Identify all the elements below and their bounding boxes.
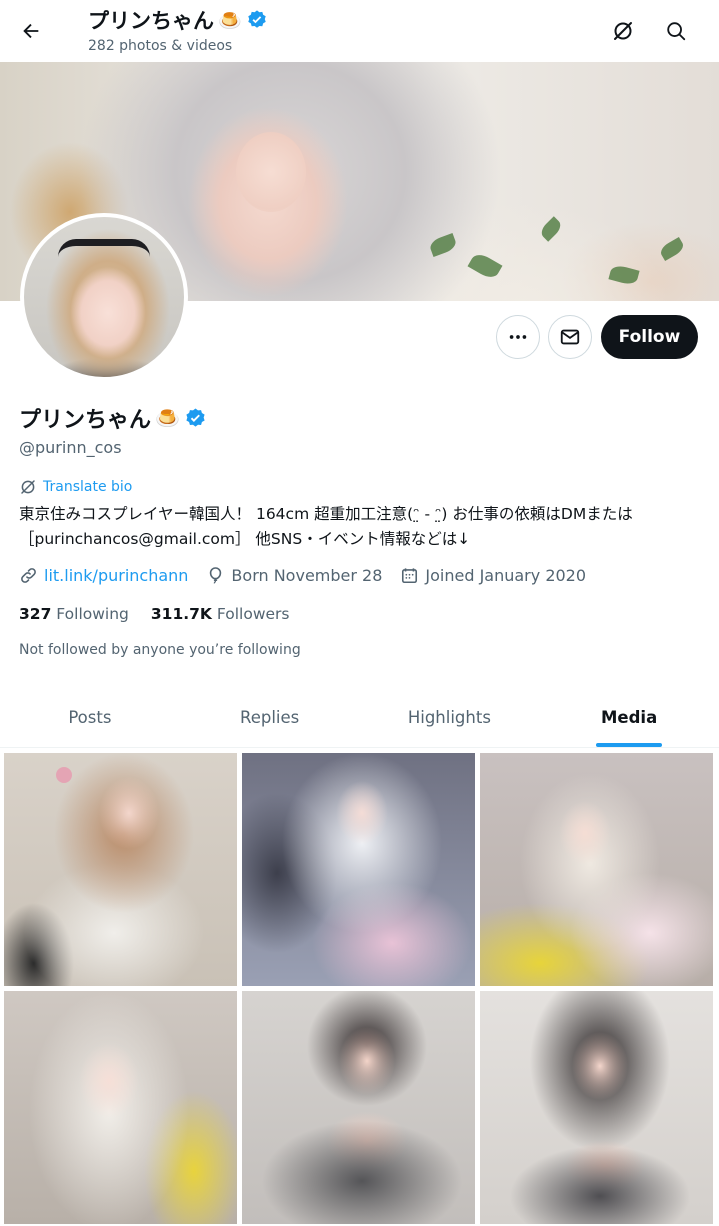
followers-stat[interactable]: 311.7K Followers — [151, 605, 290, 623]
translate-bio-label: Translate bio — [43, 479, 133, 495]
tab-posts[interactable]: Posts — [0, 688, 180, 747]
followers-label: Followers — [216, 605, 290, 623]
translate-toggle-button[interactable] — [604, 12, 642, 50]
more-icon — [509, 335, 527, 339]
search-icon — [667, 22, 686, 41]
post-count: 282 photos & videos — [88, 38, 233, 54]
media-grid — [4, 753, 714, 1226]
profile-born-item: Born November 28 — [206, 566, 382, 585]
profile-joined: Joined January 2020 — [425, 566, 587, 585]
profile-tabs: Posts Replies Highlights Media — [0, 688, 719, 748]
profile-bio: 東京住みコスプレイヤー韓国人！ 164cm 超重加工注意(ᵔ̤ - ᵔ̤) お仕… — [19, 505, 633, 548]
follow-stats: 327 Following 311.7K Followers — [19, 605, 289, 623]
not-followed-note: Not followed by anyone you’re following — [19, 642, 301, 658]
following-count: 327 — [19, 605, 52, 623]
profile-link-item[interactable]: lit.link/purinchann — [19, 566, 188, 585]
profile-handle: @purinn_cos — [19, 438, 122, 457]
calendar-icon — [402, 568, 418, 584]
translate-icon — [614, 22, 632, 40]
link-icon — [21, 568, 36, 583]
media-thumbnail-3[interactable] — [480, 753, 713, 986]
balloon-icon — [210, 567, 222, 584]
profile-link[interactable]: lit.link/purinchann — [44, 566, 188, 585]
tab-replies[interactable]: Replies — [180, 688, 360, 747]
media-thumbnail-6[interactable] — [480, 991, 713, 1224]
header-display-name: プリンちゃん 🍮 — [88, 5, 268, 35]
profile-header: プリンちゃん 🍮 282 photos & videos — [0, 0, 719, 62]
media-thumbnail-5[interactable] — [242, 991, 475, 1224]
profile-joined-item: Joined January 2020 — [400, 566, 586, 585]
following-label: Following — [56, 605, 129, 623]
message-button[interactable] — [548, 315, 592, 359]
tab-highlights[interactable]: Highlights — [360, 688, 540, 747]
profile-name-text: プリンちゃん — [19, 408, 152, 433]
mail-icon — [560, 329, 580, 345]
translate-bio-link[interactable]: Translate bio — [19, 478, 132, 496]
back-button[interactable] — [12, 12, 50, 50]
verified-badge-icon[interactable] — [184, 407, 207, 430]
pudding-emoji: 🍮 — [218, 9, 242, 32]
search-button[interactable] — [657, 12, 695, 50]
profile-born: Born November 28 — [231, 566, 383, 585]
verified-badge-icon — [247, 10, 266, 28]
translate-icon — [21, 480, 35, 494]
arrow-left-icon — [23, 23, 39, 39]
pudding-emoji: 🍮 — [155, 406, 180, 430]
media-thumbnail-2[interactable] — [242, 753, 475, 986]
more-button[interactable] — [496, 315, 540, 359]
profile-display-name: プリンちゃん 🍮 — [19, 402, 207, 434]
following-stat[interactable]: 327 Following — [19, 605, 129, 623]
media-thumbnail-1[interactable] — [4, 753, 237, 986]
avatar[interactable] — [20, 213, 188, 381]
follow-button[interactable]: Follow — [601, 315, 698, 359]
tab-media[interactable]: Media — [539, 688, 719, 747]
followers-count: 311.7K — [150, 605, 212, 623]
profile-meta: lit.link/purinchann Born November 28 Joi… — [19, 566, 604, 585]
media-thumbnail-4[interactable] — [4, 991, 237, 1224]
header-name-text: プリンちゃん — [88, 9, 214, 33]
